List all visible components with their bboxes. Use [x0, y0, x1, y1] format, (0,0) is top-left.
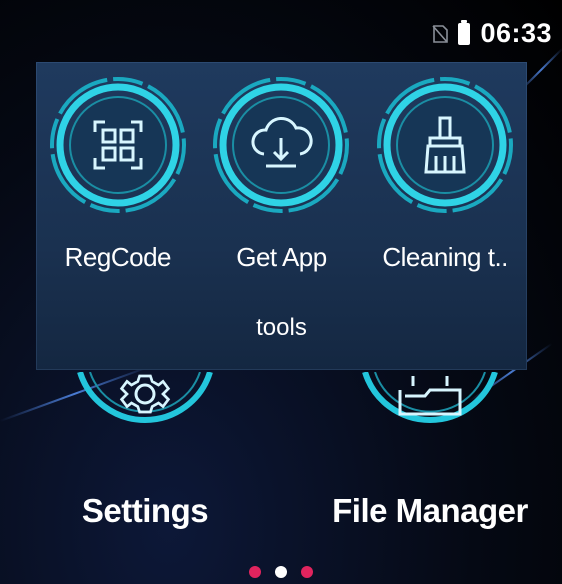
- gear-icon: [77, 372, 213, 424]
- app-label: Cleaning t..: [382, 242, 508, 272]
- app-file-manager[interactable]: File Manager: [310, 372, 550, 530]
- app-get-app[interactable]: Get App: [206, 74, 356, 273]
- home-screen: 06:33 Settings File Manager RegCode Get …: [0, 0, 562, 584]
- app-label: Settings: [81, 492, 209, 529]
- folder-app-grid: RegCode Get App Cleaning t..: [36, 74, 527, 273]
- app-cleaning-tool[interactable]: Cleaning t..: [370, 74, 520, 273]
- qr-code-icon: [49, 77, 186, 213]
- app-label: Get App: [236, 242, 327, 272]
- status-time: 06:33: [480, 18, 552, 48]
- page-dot-active[interactable]: [275, 566, 287, 578]
- status-bar: 06:33: [432, 18, 552, 49]
- broom-icon: [377, 77, 514, 213]
- folder-icon: [362, 372, 498, 424]
- app-settings[interactable]: Settings: [50, 372, 240, 530]
- battery-icon: [458, 19, 471, 45]
- app-regcode[interactable]: RegCode: [43, 74, 193, 273]
- folder-title[interactable]: tools: [36, 314, 527, 342]
- no-sim-icon: [432, 24, 449, 43]
- folder-popup: RegCode Get App Cleaning t.. tools: [36, 62, 527, 370]
- app-label: File Manager: [332, 492, 528, 529]
- page-indicator: [0, 566, 562, 578]
- app-label: RegCode: [64, 242, 172, 272]
- page-dot[interactable]: [301, 566, 313, 578]
- page-dot[interactable]: [249, 566, 261, 578]
- cloud-download-icon: [213, 77, 350, 213]
